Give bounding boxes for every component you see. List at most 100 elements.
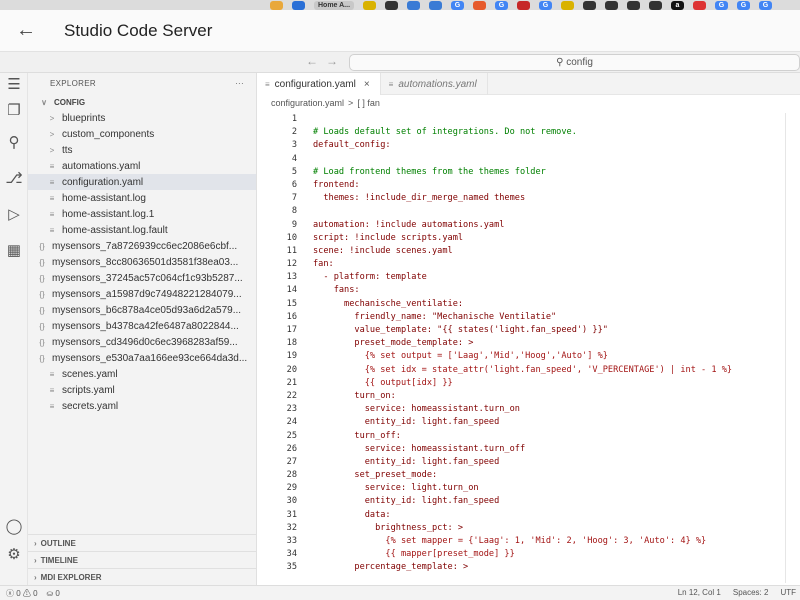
code-line[interactable]: 11 scene: !include scenes.yaml [257, 245, 800, 258]
tab-automations-yaml[interactable]: ≡ automations.yaml [381, 73, 488, 95]
code-line[interactable]: 22 turn_on: [257, 390, 800, 403]
section-outline[interactable]: › OUTLINE [28, 534, 256, 551]
go-forward-icon[interactable]: → [326, 54, 346, 68]
github-icon[interactable] [385, 0, 398, 10]
github-icon[interactable] [627, 0, 640, 10]
code-line[interactable]: 29 service: light.turn_on [257, 482, 800, 495]
search-icon[interactable]: ⚲ [4, 133, 24, 153]
google-icon[interactable]: G [539, 0, 552, 10]
sidebar-item-file[interactable]: {} mysensors_cd3496d0c6ec3968283af59... [28, 334, 256, 350]
github-icon[interactable] [649, 0, 662, 10]
bookmark-icon[interactable] [517, 0, 530, 10]
indentation[interactable]: Spaces: 2 [733, 588, 769, 597]
bookmark-home-assistant[interactable]: Home A... [314, 0, 354, 10]
code-line[interactable]: 18 preset_mode_template: > [257, 337, 800, 350]
code-line[interactable]: 2 # Loads default set of integrations. Do… [257, 126, 800, 139]
sidebar-item-file[interactable]: {} mysensors_b4378ca42fe6487a8022844... [28, 318, 256, 334]
sidebar-item-file[interactable]: {} mysensors_8cc80636501d3581f38ea03... [28, 254, 256, 270]
sidebar-item-file[interactable]: ≡ home-assistant.log.1 [28, 206, 256, 222]
sidebar-item-file[interactable]: ≡ home-assistant.log.fault [28, 222, 256, 238]
code-line[interactable]: 23 service: homeassistant.turn_on [257, 403, 800, 416]
back-arrow-icon[interactable]: ← [16, 19, 46, 42]
cursor-position[interactable]: Ln 12, Col 1 [678, 588, 721, 597]
sidebar-item-file[interactable]: {} mysensors_7a8726939cc6ec2086e6cbf... [28, 238, 256, 254]
code-line[interactable]: 7 themes: !include_dir_merge_named theme… [257, 192, 800, 205]
code-line[interactable]: 21 {{ output[idx] }} [257, 377, 800, 390]
sidebar-item-file[interactable]: ≡ scripts.yaml [28, 382, 256, 398]
code-line[interactable]: 16 friendly_name: "Mechanische Ventilati… [257, 311, 800, 324]
sidebar-item-file[interactable]: ≡ home-assistant.log [28, 190, 256, 206]
code-line[interactable]: 15 mechanische_ventilatie: [257, 298, 800, 311]
sidebar-item-file[interactable]: > blueprints [28, 110, 256, 126]
editor-scrollbar[interactable] [785, 113, 786, 583]
code-line[interactable]: 8 [257, 205, 800, 218]
explorer-files-icon[interactable]: ❐ [4, 101, 24, 121]
more-actions-icon[interactable]: ··· [235, 79, 244, 88]
google-icon[interactable]: G [759, 0, 772, 10]
sidebar-item-file[interactable]: ≡ configuration.yaml [28, 174, 256, 190]
code-line[interactable]: 4 [257, 153, 800, 166]
code-line[interactable]: 19 {% set output = ['Laag','Mid','Hoog',… [257, 350, 800, 363]
close-icon[interactable]: × [364, 79, 370, 90]
extensions-icon[interactable]: ▦ [4, 241, 24, 261]
bookmark-icon[interactable] [429, 0, 442, 10]
bookmark-icon[interactable] [363, 0, 376, 10]
section-timeline[interactable]: › TIMELINE [28, 551, 256, 568]
amazon-icon[interactable]: a [671, 0, 684, 10]
code-line[interactable]: 3 default_config: [257, 139, 800, 152]
code-line[interactable]: 9 automation: !include automations.yaml [257, 219, 800, 232]
code-line[interactable]: 26 service: homeassistant.turn_off [257, 443, 800, 456]
account-icon[interactable]: ◯ [4, 517, 24, 537]
section-mdi-explorer[interactable]: › MDI EXPLORER [28, 568, 256, 585]
code-line[interactable]: 28 set_preset_mode: [257, 469, 800, 482]
code-line[interactable]: 34 {{ mapper[preset_mode] }} [257, 548, 800, 561]
sidebar-item-file[interactable]: {} mysensors_b6c878a4ce05d93a6d2a579... [28, 302, 256, 318]
google-icon[interactable]: G [737, 0, 750, 10]
breadcrumb-symbol[interactable]: [ ] fan [357, 98, 380, 108]
sidebar-item-file[interactable]: ≡ automations.yaml [28, 158, 256, 174]
menu-icon[interactable]: ☰ [4, 75, 24, 95]
source-control-icon[interactable]: ⎇ [4, 169, 24, 189]
sidebar-item-file[interactable]: {} mysensors_a15987d9c74948221284079... [28, 286, 256, 302]
code-line[interactable]: 10 script: !include scripts.yaml [257, 232, 800, 245]
sidebar-item-file[interactable]: > tts [28, 142, 256, 158]
sidebar-item-file[interactable]: {} mysensors_e530a7aa166ee93ce664da3d... [28, 350, 256, 366]
google-icon[interactable]: G [495, 0, 508, 10]
code-line[interactable]: 24 entity_id: light.fan_speed [257, 416, 800, 429]
code-line[interactable]: 20 {% set idx = state_attr('light.fan_sp… [257, 364, 800, 377]
breadcrumb-file[interactable]: configuration.yaml [271, 98, 344, 108]
github-icon[interactable] [605, 0, 618, 10]
tab-configuration-yaml[interactable]: ≡ configuration.yaml × [257, 73, 381, 95]
bookmark-icon[interactable] [407, 0, 420, 10]
code-line[interactable]: 33 {% set mapper = {'Laag': 1, 'Mid': 2,… [257, 535, 800, 548]
bookmark-icon[interactable] [292, 0, 305, 10]
problems-indicator[interactable]: ⓧ 0 ⚠ 0 [6, 589, 38, 598]
code-line[interactable]: 12 fan: [257, 258, 800, 271]
code-line[interactable]: 35 percentage_template: > [257, 561, 800, 574]
code-line[interactable]: 30 entity_id: light.fan_speed [257, 495, 800, 508]
sidebar-item-file[interactable]: ≡ scenes.yaml [28, 366, 256, 382]
command-center-search[interactable]: ⚲ config [349, 54, 800, 71]
code-line[interactable]: 17 value_template: "{{ states('light.fan… [257, 324, 800, 337]
encoding[interactable]: UTF [780, 588, 796, 597]
bookmark-icon[interactable] [693, 0, 706, 10]
sidebar-item-file[interactable]: ≡ secrets.yaml [28, 398, 256, 414]
code-line[interactable]: 25 turn_off: [257, 430, 800, 443]
code-line[interactable]: 32 brightness_pct: > [257, 522, 800, 535]
sidebar-item-file[interactable]: > custom_components [28, 126, 256, 142]
ports-indicator[interactable]: ⛀ 0 [46, 589, 59, 598]
bookmark-icon[interactable] [270, 0, 283, 10]
google-icon[interactable]: G [451, 0, 464, 10]
go-back-icon[interactable]: ← [306, 54, 326, 68]
code-view[interactable]: 1 2 # Loads default set of integrations. D… [257, 113, 800, 575]
code-line[interactable]: 1 [257, 113, 800, 126]
run-debug-icon[interactable]: ▷ [4, 205, 24, 225]
github-icon[interactable] [583, 0, 596, 10]
google-icon[interactable]: G [715, 0, 728, 10]
code-line[interactable]: 13 - platform: template [257, 271, 800, 284]
settings-gear-icon[interactable]: ⚙ [4, 545, 24, 565]
sidebar-item-file[interactable]: {} mysensors_37245ac57c064cf1c93b5287... [28, 270, 256, 286]
bookmark-icon[interactable] [561, 0, 574, 10]
code-line[interactable]: 6 frontend: [257, 179, 800, 192]
code-line[interactable]: 14 fans: [257, 284, 800, 297]
